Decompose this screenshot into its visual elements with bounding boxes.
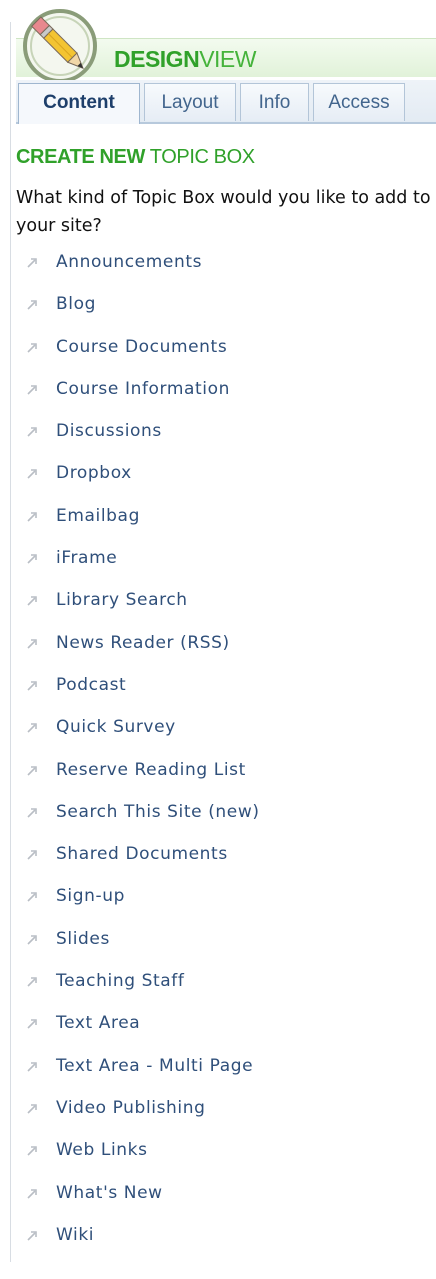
topic-type-item[interactable]: Reserve Reading List [0, 752, 436, 794]
topic-type-label[interactable]: Teaching Staff [56, 971, 184, 991]
arrow-bullet-icon [27, 1061, 37, 1072]
topic-type-label[interactable]: Podcast [56, 675, 126, 695]
arrow-bullet-icon [27, 511, 37, 522]
arrow-bullet-icon [27, 258, 37, 268]
topic-type-item[interactable]: Announcements [0, 244, 436, 286]
topic-type-item[interactable]: Course Documents [0, 329, 436, 371]
topic-type-label[interactable]: Search This Site (new) [56, 802, 260, 822]
pencil-globe-icon [23, 9, 97, 83]
topic-type-item[interactable]: Podcast [0, 667, 436, 709]
app-title-thin: VIEW [199, 46, 256, 72]
arrow-bullet-icon [27, 427, 37, 437]
topic-type-label[interactable]: Emailbag [56, 506, 140, 526]
tab-content[interactable]: Content [18, 83, 140, 124]
arrow-bullet-icon [27, 1188, 37, 1199]
topic-type-list: Announcements Blog Course Documents Course … [0, 244, 436, 1259]
section-heading-thin: TOPIC BOX [149, 146, 255, 168]
topic-type-item[interactable]: Emailbag [0, 498, 436, 540]
prompt-question: What kind of Topic Box would you like to… [16, 188, 431, 236]
topic-type-label[interactable]: Discussions [56, 421, 162, 441]
topic-type-item[interactable]: News Reader (RSS) [0, 625, 436, 667]
topic-type-label[interactable]: Library Search [56, 590, 188, 610]
topic-type-label[interactable]: Quick Survey [56, 717, 176, 737]
topic-type-label[interactable]: Text Area [56, 1013, 140, 1033]
topic-type-item[interactable]: Sign-up [0, 878, 436, 920]
arrow-bullet-icon [27, 1019, 37, 1029]
arrow-bullet-icon [27, 1231, 37, 1241]
topic-type-item[interactable]: Quick Survey [0, 709, 436, 751]
arrow-bullet-icon [27, 934, 37, 945]
arrow-bullet-icon [27, 385, 37, 395]
app-title: DESIGNVIEW [114, 44, 256, 74]
topic-type-item[interactable]: Wiki [0, 1217, 436, 1259]
topic-type-label[interactable]: What's New [56, 1183, 163, 1203]
tab-access[interactable]: Access [313, 83, 405, 121]
arrow-bullet-icon [27, 596, 37, 606]
topic-type-label[interactable]: Wiki [56, 1225, 94, 1245]
topic-type-item[interactable]: Course Information [0, 371, 436, 413]
topic-type-item[interactable]: Text Area - Multi Page [0, 1048, 436, 1090]
topic-type-label[interactable]: Text Area - Multi Page [56, 1056, 253, 1076]
arrow-bullet-icon [27, 723, 37, 733]
topic-type-label[interactable]: Web Links [56, 1140, 148, 1160]
topic-type-label[interactable]: Slides [56, 929, 110, 949]
topic-type-item[interactable]: Text Area [0, 1005, 436, 1047]
topic-type-label[interactable]: Announcements [56, 252, 202, 272]
tab-bar: Content Layout Info Access [16, 80, 436, 124]
designview-panel: DESIGNVIEW Content Layout Info Access CR… [0, 0, 436, 1279]
topic-type-item[interactable]: What's New [0, 1175, 436, 1217]
topic-type-item[interactable]: Library Search [0, 582, 436, 624]
topic-type-item[interactable]: Video Publishing [0, 1090, 436, 1132]
topic-type-label[interactable]: Dropbox [56, 463, 132, 483]
topic-type-label[interactable]: Course Information [56, 379, 230, 399]
arrow-bullet-icon [27, 977, 37, 987]
arrow-bullet-icon [27, 554, 37, 564]
arrow-bullet-icon [27, 681, 37, 691]
topic-type-item[interactable]: Web Links [0, 1132, 436, 1174]
arrow-bullet-icon [27, 808, 37, 818]
tab-layout[interactable]: Layout [144, 83, 236, 121]
arrow-bullet-icon [27, 1146, 37, 1156]
topic-type-label[interactable]: iFrame [56, 548, 117, 568]
tab-info[interactable]: Info [240, 83, 309, 121]
arrow-bullet-icon [27, 1104, 37, 1114]
topic-type-label[interactable]: Video Publishing [56, 1098, 206, 1118]
arrow-bullet-icon [27, 469, 37, 480]
topic-type-label[interactable]: Blog [56, 294, 96, 314]
topic-type-item[interactable]: Blog [0, 286, 436, 328]
topic-type-item[interactable]: Shared Documents [0, 836, 436, 878]
topic-type-item[interactable]: Dropbox [0, 455, 436, 497]
arrow-bullet-icon [27, 638, 37, 649]
arrow-bullet-icon [27, 342, 37, 353]
topic-type-label[interactable]: Course Documents [56, 337, 227, 357]
topic-type-item[interactable]: Search This Site (new) [0, 794, 436, 836]
topic-type-label[interactable]: Shared Documents [56, 844, 228, 864]
arrow-bullet-icon [27, 892, 37, 903]
topic-type-item[interactable]: Slides [0, 921, 436, 963]
arrow-bullet-icon [27, 765, 37, 776]
topic-type-item[interactable]: iFrame [0, 540, 436, 582]
topic-type-item[interactable]: Discussions [0, 413, 436, 455]
section-heading-bold: CREATE NEW [16, 146, 145, 168]
app-title-bold: DESIGN [114, 46, 200, 72]
arrow-bullet-icon [27, 850, 37, 860]
topic-type-label[interactable]: Reserve Reading List [56, 760, 246, 780]
topic-type-item[interactable]: Teaching Staff [0, 963, 436, 1005]
section-heading: CREATE NEW TOPIC BOX [16, 146, 255, 169]
arrow-bullet-icon [27, 300, 37, 310]
topic-type-label[interactable]: News Reader (RSS) [56, 633, 230, 653]
topic-type-label[interactable]: Sign-up [56, 886, 125, 906]
